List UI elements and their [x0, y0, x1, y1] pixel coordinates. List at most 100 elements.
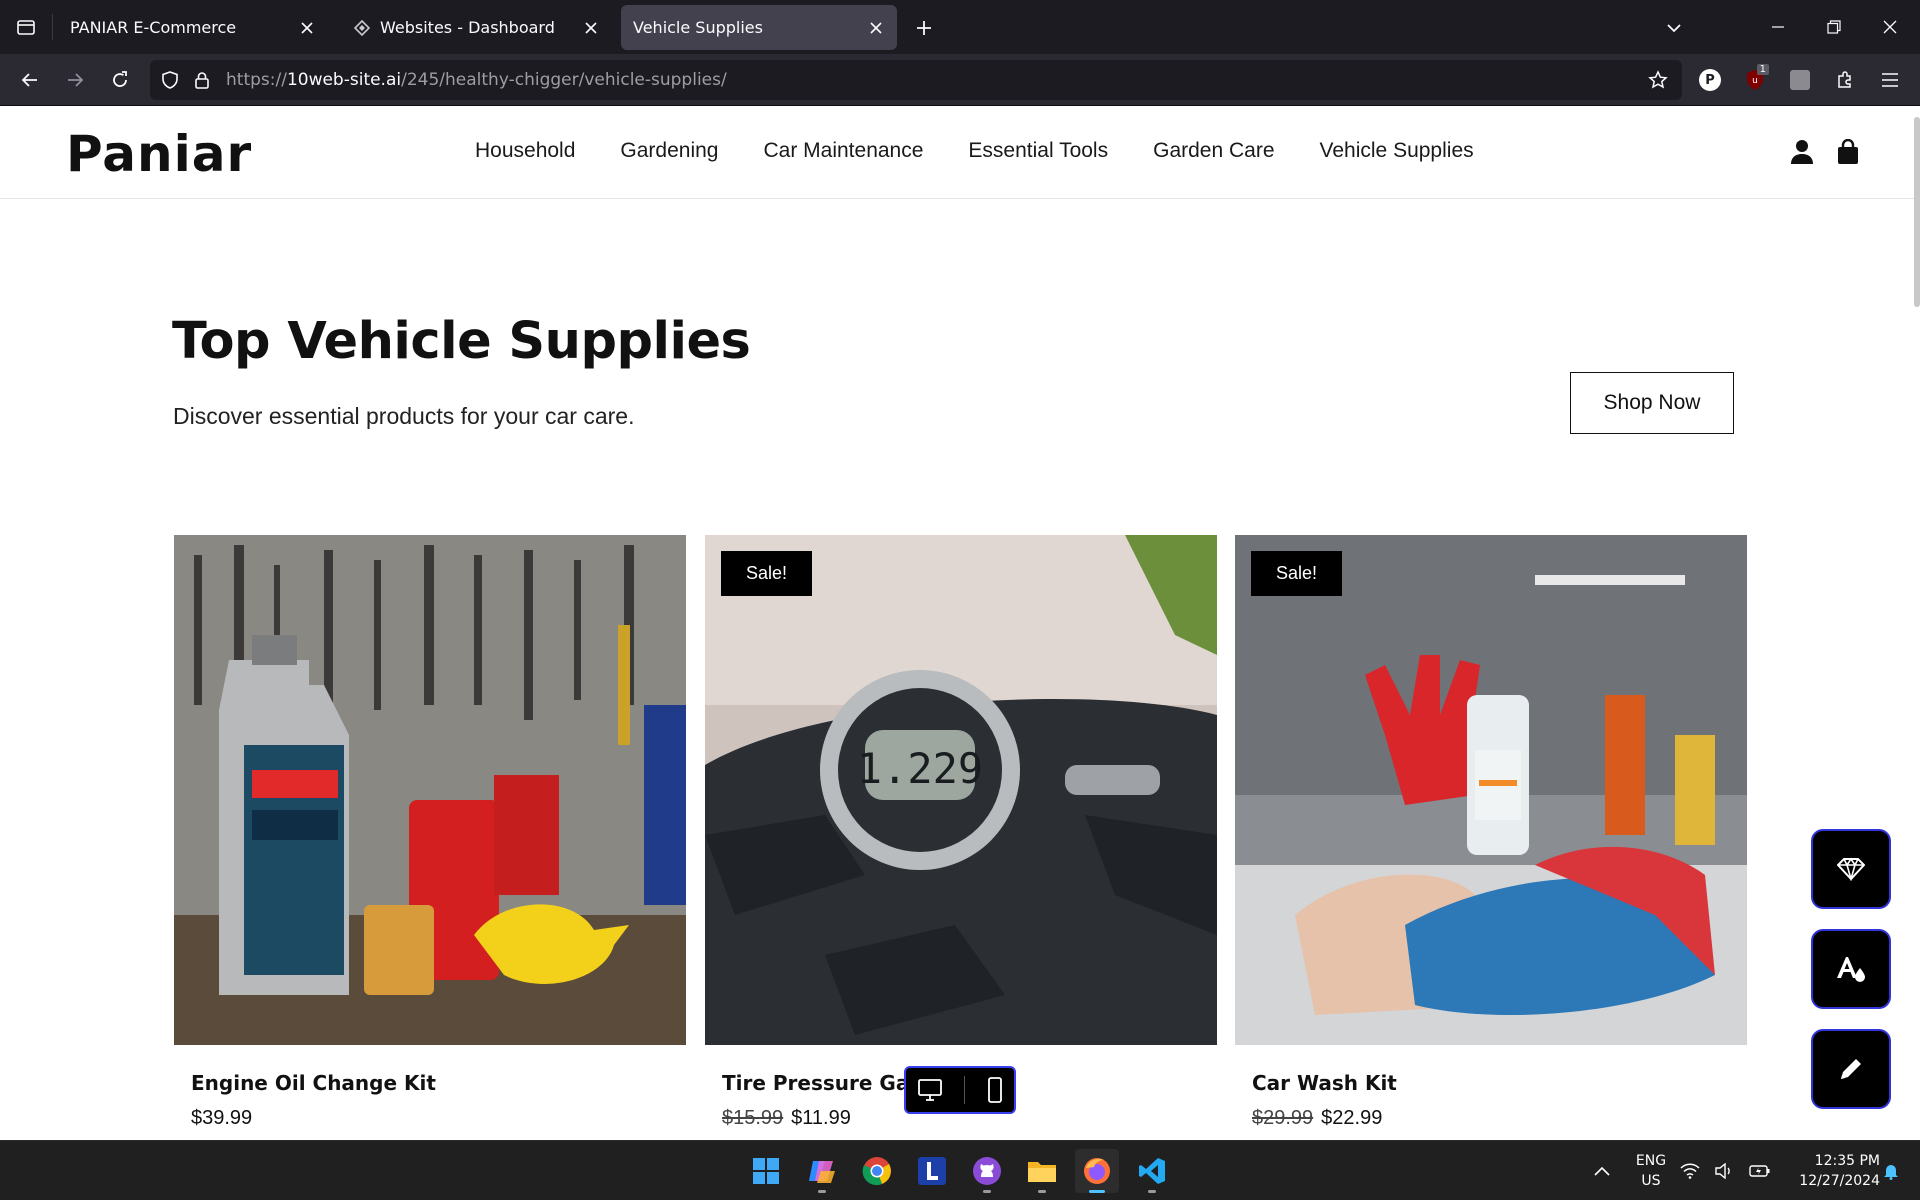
- product-old-price: $15.99: [722, 1107, 784, 1129]
- language-code: ENG: [1635, 1153, 1667, 1169]
- site-header: Paniar Household Gardening Car Maintenan…: [0, 107, 1920, 199]
- nav-car-maintenance[interactable]: Car Maintenance: [763, 139, 923, 163]
- web-page: Paniar Household Gardening Car Maintenan…: [0, 107, 1920, 1140]
- tab-separator: [52, 14, 53, 40]
- diamond-premium-button[interactable]: [1811, 829, 1891, 909]
- clock-time: 12:35 PM: [1814, 1153, 1880, 1169]
- running-indicator: [818, 1190, 826, 1193]
- firefox-app-icon[interactable]: [1075, 1149, 1119, 1193]
- bookmark-star-icon[interactable]: [1644, 66, 1672, 94]
- close-window-icon[interactable]: [1862, 0, 1918, 54]
- running-indicator: [1038, 1190, 1046, 1193]
- copilot-app-icon[interactable]: [800, 1149, 844, 1193]
- url-host: 10web-site.ai: [286, 70, 402, 90]
- product-price: $15.99 $11.99: [722, 1107, 851, 1130]
- style-editor-button[interactable]: [1811, 929, 1891, 1009]
- file-explorer-folder-icon[interactable]: [1020, 1149, 1064, 1193]
- extension-badge-count: 1: [1756, 64, 1769, 75]
- font-color-drop-icon: [1835, 954, 1867, 984]
- account-user-icon[interactable]: [1787, 137, 1817, 167]
- speaker-volume-icon[interactable]: [1710, 1149, 1740, 1193]
- svg-text:1.229: 1.229: [857, 744, 983, 793]
- engine-oil-kit-image[interactable]: [174, 535, 686, 1045]
- profile-initial: P: [1699, 69, 1721, 91]
- product-name[interactable]: Engine Oil Change Kit: [191, 1071, 436, 1095]
- nav-gardening[interactable]: Gardening: [620, 139, 718, 163]
- hero-title: Top Vehicle Supplies: [172, 312, 751, 371]
- vscode-app-icon[interactable]: [1130, 1149, 1174, 1193]
- profile-p-extension-icon[interactable]: P: [1696, 66, 1724, 94]
- nav-essential-tools[interactable]: Essential Tools: [968, 139, 1108, 163]
- list-all-tabs-chevron-icon[interactable]: [1660, 14, 1688, 42]
- translate-extension-icon[interactable]: [1786, 66, 1814, 94]
- address-bar[interactable]: https://10web-site.ai/245/healthy-chigge…: [150, 60, 1682, 100]
- product-old-price: $29.99: [1252, 1107, 1314, 1129]
- tab-title: Vehicle Supplies: [633, 18, 763, 37]
- nav-vehicle-supplies[interactable]: Vehicle Supplies: [1320, 139, 1474, 163]
- product-price: $29.99 $22.99: [1252, 1107, 1382, 1130]
- browser-tab-bar: PANIAR E-Commerce Websites - Dashboard V…: [0, 0, 1920, 54]
- product-current-price: $11.99: [791, 1107, 851, 1129]
- new-tab-plus-icon[interactable]: [910, 14, 938, 42]
- shopping-bag-icon[interactable]: [1833, 137, 1863, 167]
- tab-paniar-ecommerce[interactable]: PANIAR E-Commerce: [56, 5, 328, 50]
- windows-taskbar: ENG US 12:35 PM 12/27/2024: [0, 1140, 1920, 1200]
- url-text: https://10web-site.ai/245/healthy-chigge…: [226, 70, 727, 90]
- site-logo[interactable]: Paniar: [66, 125, 252, 183]
- product-price: $39.99: [191, 1107, 252, 1130]
- forward-arrow-icon[interactable]: [58, 63, 92, 97]
- battery-charging-icon[interactable]: [1745, 1149, 1775, 1193]
- tab-list-icon[interactable]: [0, 0, 52, 54]
- product-name[interactable]: Car Wash Kit: [1252, 1071, 1397, 1095]
- running-indicator: [983, 1190, 991, 1193]
- chrome-app-icon[interactable]: [855, 1149, 899, 1193]
- lock-icon[interactable]: [190, 68, 214, 92]
- device-preview-toggle: [904, 1066, 1016, 1114]
- show-hidden-icons-chevron-up-icon[interactable]: [1580, 1149, 1624, 1193]
- back-arrow-icon[interactable]: [13, 63, 47, 97]
- url-path: /245/healthy-chigger/vehicle-supplies/: [401, 70, 727, 90]
- sale-badge: Sale!: [1251, 551, 1343, 596]
- tire-pressure-gauge-image[interactable]: 1.229 Sale!: [705, 535, 1217, 1045]
- url-prefix: https://: [226, 70, 287, 90]
- car-wash-kit-image[interactable]: Sale!: [1235, 535, 1747, 1045]
- running-indicator: [1089, 1190, 1105, 1193]
- tracking-protection-shield-icon[interactable]: [158, 68, 182, 92]
- wifi-icon[interactable]: [1675, 1149, 1705, 1193]
- restore-window-icon[interactable]: [1806, 0, 1862, 54]
- shop-now-button[interactable]: Shop Now: [1570, 372, 1734, 434]
- product-card[interactable]: 1.229 Sale! Tire Pressure Gau $15.99 $11.…: [705, 535, 1217, 1129]
- close-icon[interactable]: [296, 17, 318, 39]
- l-app-icon[interactable]: [910, 1149, 954, 1193]
- product-card[interactable]: Sale! Car Wash Kit $29.99 $22.99: [1235, 535, 1747, 1129]
- nav-household[interactable]: Household: [475, 139, 575, 163]
- windows-start-icon[interactable]: [744, 1149, 788, 1193]
- hamburger-menu-icon[interactable]: [1876, 66, 1904, 94]
- region-code: US: [1641, 1173, 1661, 1189]
- tab-websites-dashboard[interactable]: Websites - Dashboard: [340, 5, 612, 50]
- minimize-window-icon[interactable]: [1750, 0, 1806, 54]
- sale-badge: Sale!: [721, 551, 813, 596]
- desktop-monitor-icon[interactable]: [917, 1078, 943, 1102]
- system-clock[interactable]: 12:35 PM 12/27/2024: [1780, 1151, 1880, 1191]
- browser-nav-bar: https://10web-site.ai/245/healthy-chigge…: [0, 54, 1920, 106]
- ublock-shield-extension-icon[interactable]: u 1: [1741, 64, 1769, 94]
- tab-vehicle-supplies[interactable]: Vehicle Supplies: [621, 5, 897, 50]
- mobile-phone-icon[interactable]: [987, 1077, 1003, 1103]
- hero-subtitle: Discover essential products for your car…: [173, 403, 635, 429]
- diamond-icon: [1837, 857, 1865, 881]
- extensions-puzzle-icon[interactable]: [1831, 66, 1859, 94]
- main-navigation: Household Gardening Car Maintenance Esse…: [475, 139, 1519, 163]
- edit-pen-button[interactable]: [1811, 1029, 1891, 1109]
- page-scrollbar[interactable]: [1914, 117, 1920, 307]
- product-name[interactable]: Tire Pressure Gau: [722, 1071, 924, 1095]
- product-card[interactable]: Engine Oil Change Kit $39.99: [174, 535, 686, 1129]
- github-desktop-app-icon[interactable]: [965, 1149, 1009, 1193]
- close-icon[interactable]: [580, 17, 602, 39]
- reload-icon[interactable]: [103, 63, 137, 97]
- svg-text:u: u: [1752, 76, 1758, 86]
- nav-garden-care[interactable]: Garden Care: [1153, 139, 1274, 163]
- close-icon[interactable]: [865, 17, 887, 39]
- notification-bell-icon[interactable]: [1876, 1149, 1906, 1193]
- input-language-indicator[interactable]: ENG US: [1630, 1151, 1672, 1191]
